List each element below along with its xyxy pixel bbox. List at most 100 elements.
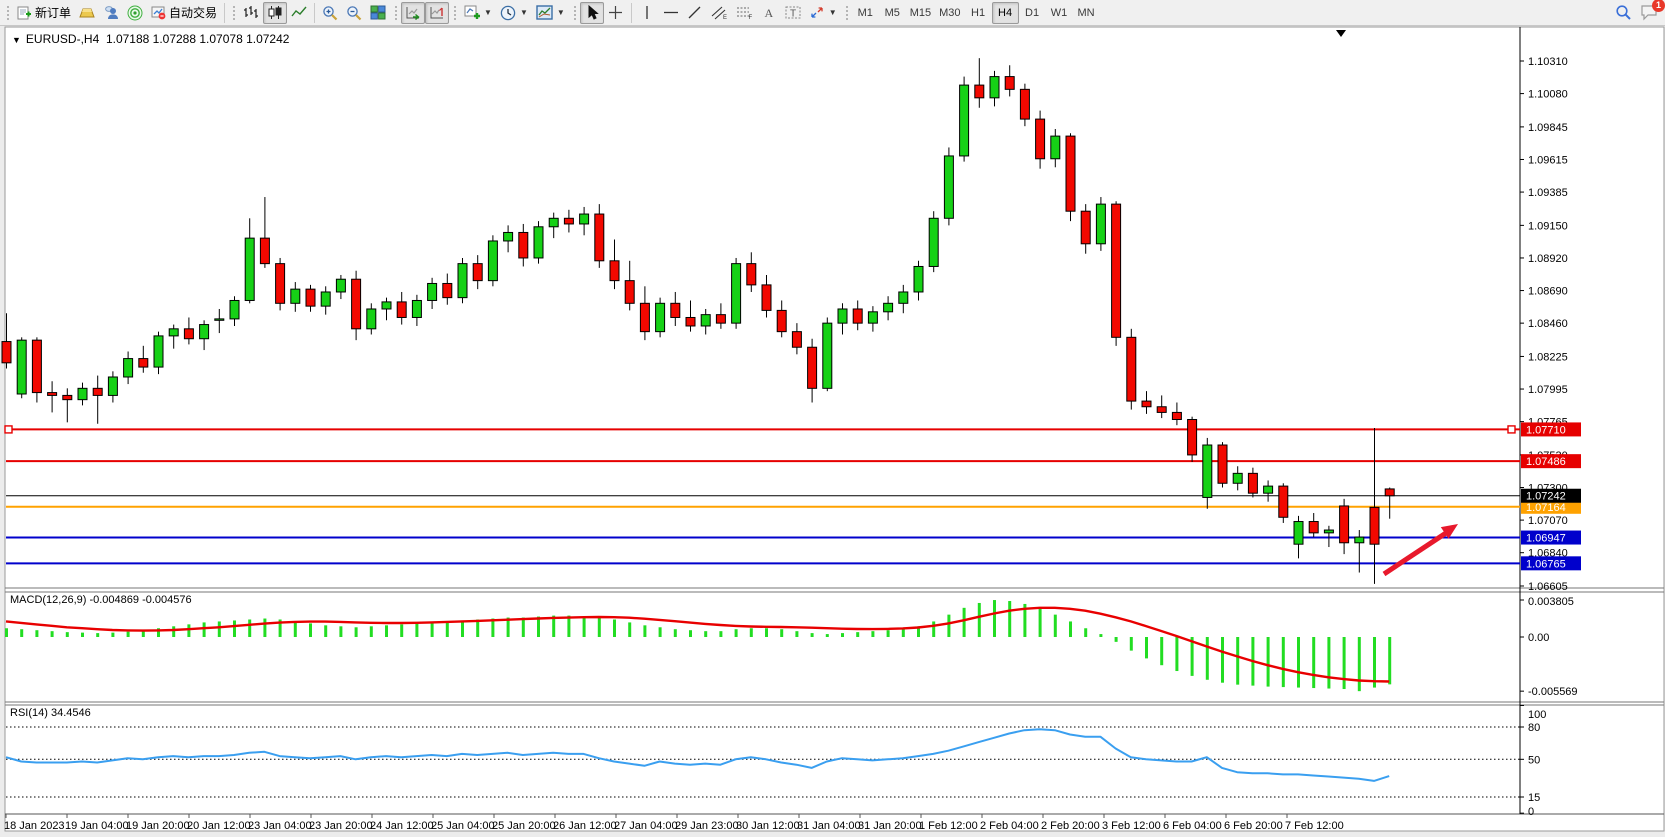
timeframe-button-W1[interactable]: W1 xyxy=(1046,2,1073,24)
time-tick-label: 6 Feb 04:00 xyxy=(1163,820,1222,832)
candle-body xyxy=(975,85,984,98)
time-tick-label: 29 Jan 23:00 xyxy=(675,820,739,832)
person-cloud-icon xyxy=(103,5,119,20)
svg-text:A: A xyxy=(764,6,773,20)
text-label-tool-button[interactable]: T xyxy=(781,2,805,24)
timeframe-button-M15[interactable]: M15 xyxy=(906,2,935,24)
new-order-label: 新订单 xyxy=(35,4,71,21)
chart-title: ▼EURUSD-,H4 1.07188 1.07288 1.07078 1.07… xyxy=(12,32,289,46)
auto-trading-button[interactable]: 自动交易 xyxy=(147,2,221,24)
templates-button[interactable]: ▼ xyxy=(532,2,569,24)
vertical-line-tool-button[interactable] xyxy=(635,2,659,24)
macd-tick-label: 0.00 xyxy=(1528,632,1549,644)
candle-body xyxy=(1264,486,1273,493)
toolbar-grip[interactable] xyxy=(844,4,849,22)
tile-windows-icon xyxy=(370,5,386,20)
dropdown-caret: ▼ xyxy=(829,8,837,17)
candle-body xyxy=(1370,507,1379,544)
timeframe-button-MN[interactable]: MN xyxy=(1073,2,1100,24)
candle-body xyxy=(1005,77,1014,90)
time-tick-label: 31 Jan 04:00 xyxy=(797,820,861,832)
price-tick-label: 1.10080 xyxy=(1528,89,1568,101)
dropdown-caret: ▼ xyxy=(520,8,528,17)
zoom-out-icon xyxy=(346,5,362,21)
toolbar-grip[interactable] xyxy=(572,4,577,22)
search-button[interactable] xyxy=(1611,2,1636,24)
auto-scroll-button[interactable] xyxy=(401,2,425,24)
timeframe-button-H4[interactable]: H4 xyxy=(992,2,1019,24)
toolbar: 新订单 自动交易 xyxy=(0,0,1665,26)
line-chart-button[interactable] xyxy=(287,2,311,24)
rsi-tick-label: 80 xyxy=(1528,722,1540,734)
collapse-triangle-icon[interactable]: ▼ xyxy=(12,35,21,45)
time-tick-label: 19 Jan 20:00 xyxy=(126,820,190,832)
candle-body xyxy=(336,279,345,292)
toolbar-grip[interactable] xyxy=(452,4,457,22)
new-order-button[interactable]: 新订单 xyxy=(13,2,75,24)
chart-symbol-timeframe: EURUSD-,H4 xyxy=(26,32,99,46)
candle-body xyxy=(488,241,497,281)
text-icon: A xyxy=(762,5,776,20)
toolbar-grip[interactable] xyxy=(393,4,398,22)
candle-body xyxy=(610,261,619,281)
rsi-indicator-label: RSI(14) 34.4546 xyxy=(10,707,91,719)
text-label-icon: T xyxy=(785,5,801,20)
candle-body xyxy=(1248,473,1257,493)
candle-body xyxy=(17,340,26,394)
toolbar-grip[interactable] xyxy=(231,4,236,22)
timeframe-button-M1[interactable]: M1 xyxy=(852,2,879,24)
candle-body xyxy=(777,310,786,331)
cursor-icon xyxy=(585,5,599,20)
arrows-tool-button[interactable]: ▼ xyxy=(805,2,841,24)
chart-canvas[interactable]: 1.103101.100801.098451.096151.093851.091… xyxy=(0,26,1665,837)
timeframe-button-D1[interactable]: D1 xyxy=(1019,2,1046,24)
candle-body xyxy=(656,303,665,331)
time-tick-label: 25 Jan 20:00 xyxy=(492,820,556,832)
candle-body xyxy=(1188,420,1197,455)
timeframe-button-H1[interactable]: H1 xyxy=(965,2,992,24)
zoom-out-button[interactable] xyxy=(342,2,366,24)
horizontal-line-tool-button[interactable] xyxy=(659,2,683,24)
hline-handle[interactable] xyxy=(1508,426,1515,433)
text-tool-button[interactable]: A xyxy=(757,2,781,24)
timeframe-button-M5[interactable]: M5 xyxy=(879,2,906,24)
fibonacci-tool-button[interactable]: F xyxy=(732,2,757,24)
candle-body xyxy=(823,323,832,388)
bar-chart-button[interactable] xyxy=(239,2,263,24)
dropdown-caret: ▼ xyxy=(484,8,492,17)
timeframe-button-M30[interactable]: M30 xyxy=(935,2,964,24)
candle-body xyxy=(580,214,589,224)
signals-button[interactable] xyxy=(123,2,147,24)
candle-body xyxy=(48,393,57,396)
toolbar-grip[interactable] xyxy=(5,4,10,22)
candle-body xyxy=(108,377,117,395)
candle-body xyxy=(1340,506,1349,543)
periods-button[interactable]: ▼ xyxy=(496,2,532,24)
candle-body xyxy=(564,218,573,224)
candle-body xyxy=(1233,473,1242,483)
cursor-button[interactable] xyxy=(580,2,604,24)
candlestick-chart-button[interactable] xyxy=(263,2,287,24)
market-watch-button[interactable] xyxy=(75,2,99,24)
tile-windows-button[interactable] xyxy=(366,2,390,24)
zoom-in-button[interactable] xyxy=(318,2,342,24)
time-tick-label: 18 Jan 2023 xyxy=(4,820,65,832)
candle-body xyxy=(853,309,862,323)
candle-body xyxy=(504,232,513,241)
dropdown-caret: ▼ xyxy=(557,8,565,17)
candle-body xyxy=(367,309,376,329)
crosshair-button[interactable] xyxy=(604,2,628,24)
chart-shift-button[interactable] xyxy=(425,2,449,24)
notifications-button[interactable]: 1 xyxy=(1636,2,1663,24)
community-button[interactable] xyxy=(99,2,123,24)
trendline-tool-button[interactable] xyxy=(683,2,707,24)
crosshair-icon xyxy=(608,5,623,20)
hline-handle[interactable] xyxy=(5,426,12,433)
indicators-button[interactable]: ▼ xyxy=(460,2,496,24)
equidistant-channel-tool-button[interactable]: E xyxy=(707,2,732,24)
time-tick-label: 19 Jan 04:00 xyxy=(65,820,129,832)
candle-body xyxy=(428,283,437,300)
candle-body xyxy=(200,325,209,339)
candle-body xyxy=(1066,136,1075,211)
candle-body xyxy=(1096,204,1105,244)
